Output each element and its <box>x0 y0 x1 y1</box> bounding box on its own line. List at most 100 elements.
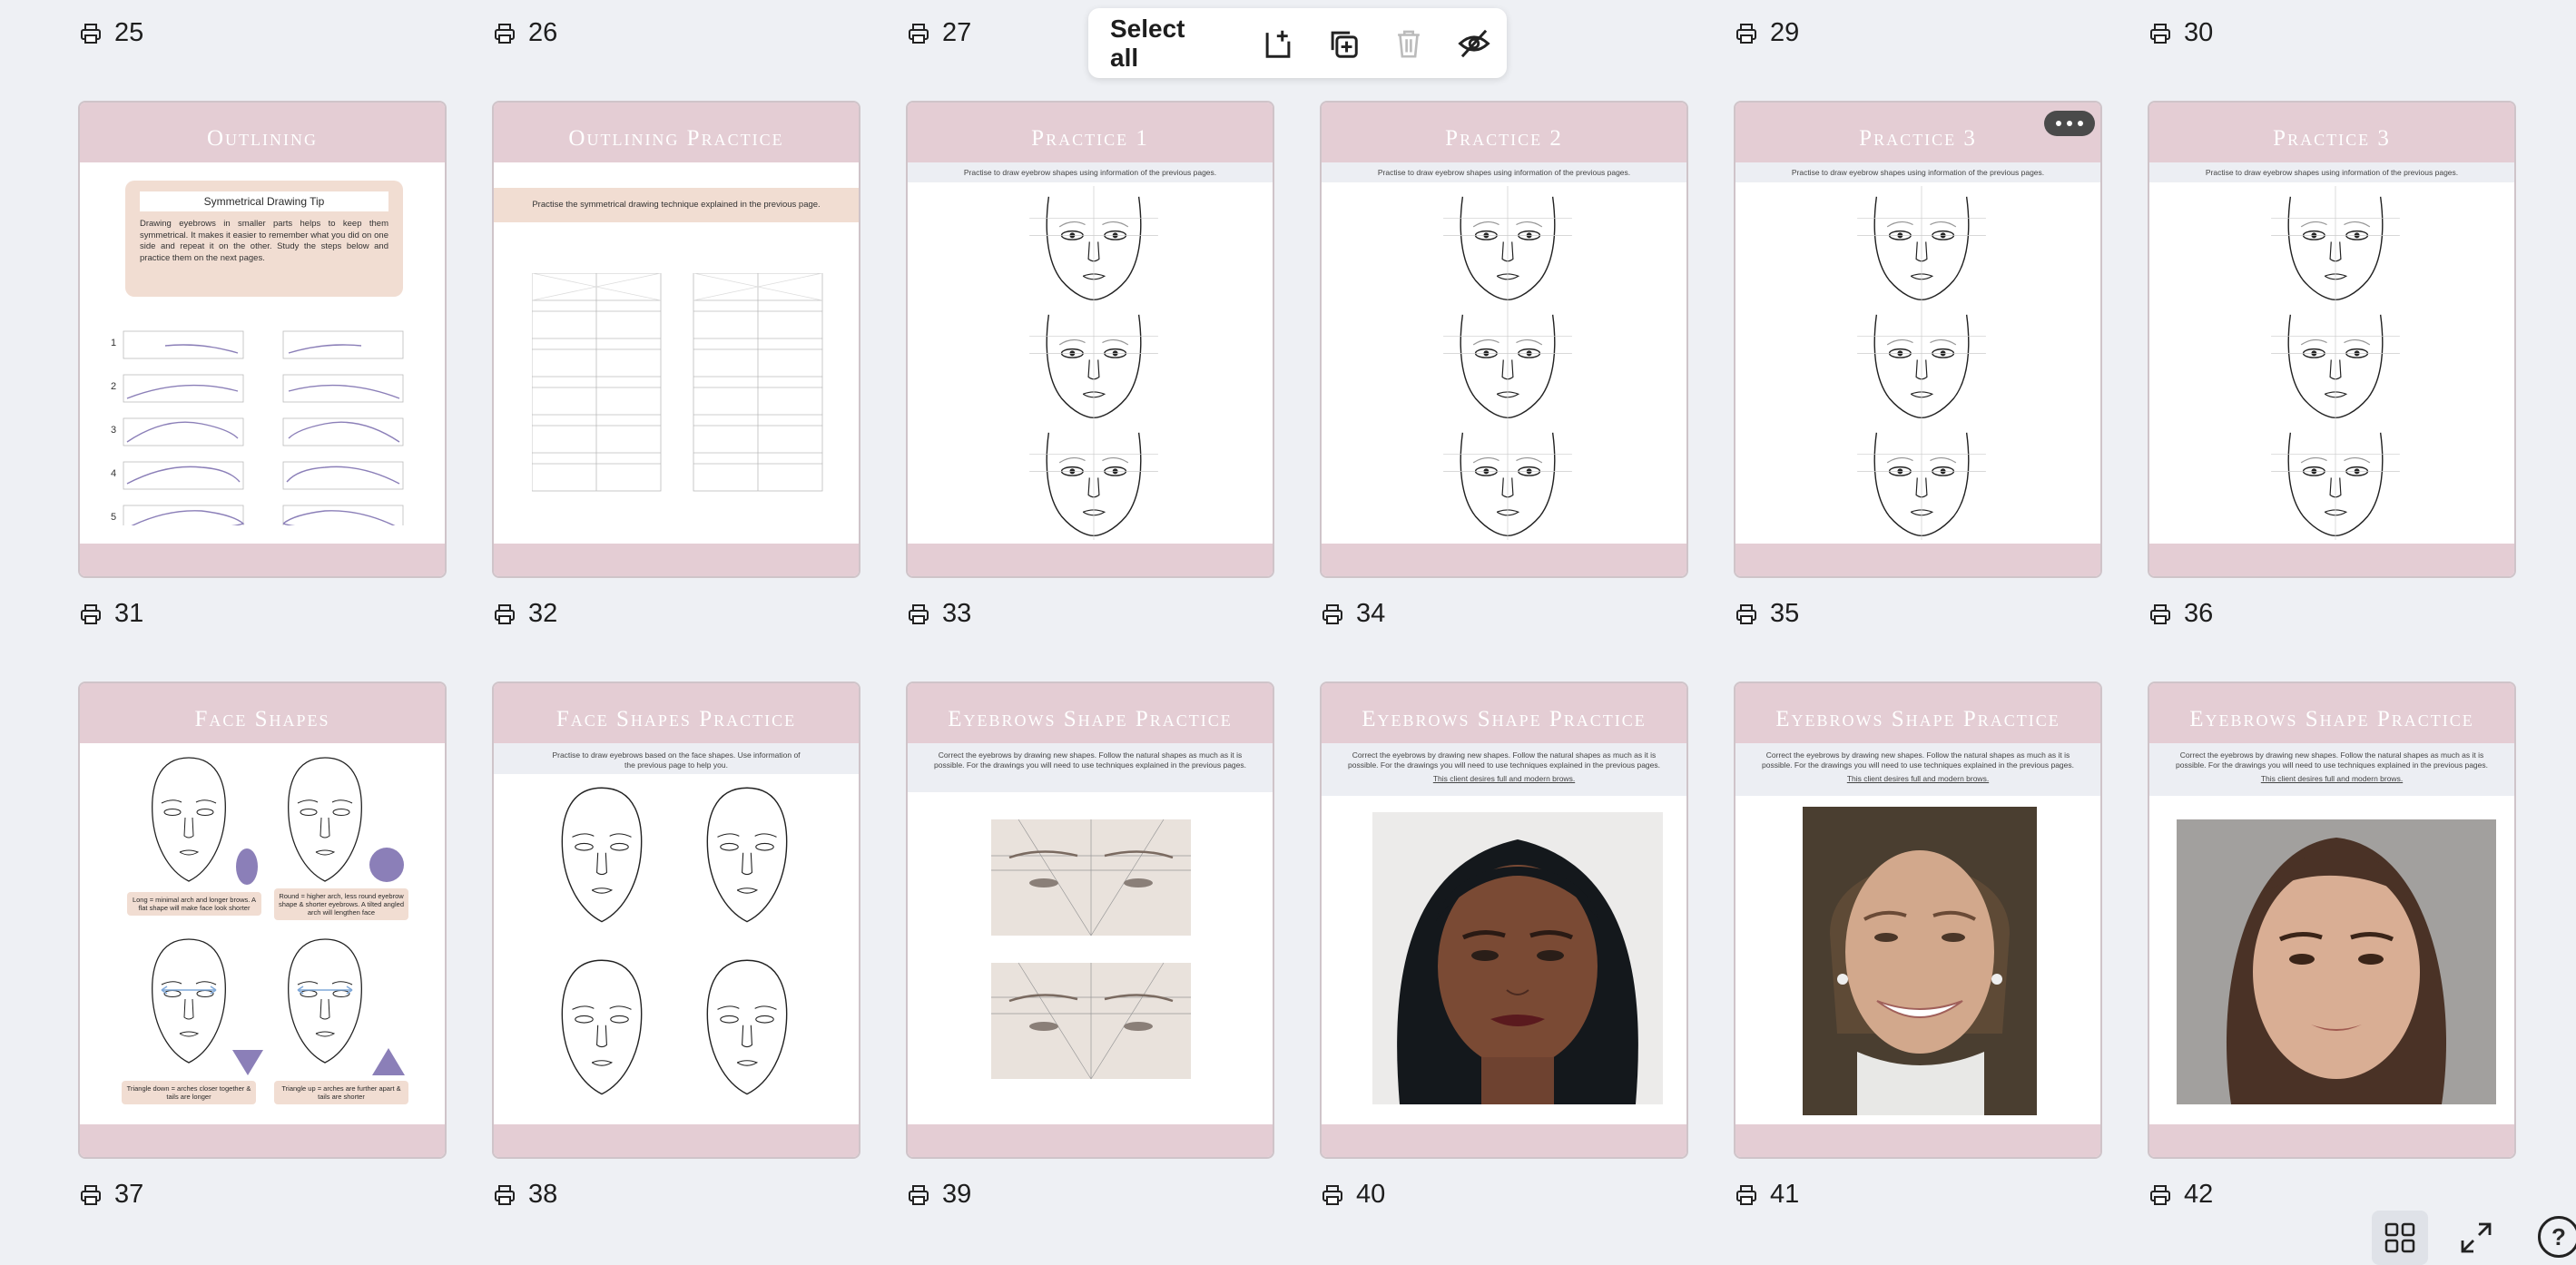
dot <box>2067 121 2072 126</box>
page-number-29[interactable]: 29 <box>1735 18 1799 48</box>
step-label: 4 <box>111 468 116 479</box>
printer-icon <box>1735 1184 1757 1206</box>
page-number-26[interactable]: 26 <box>494 18 557 48</box>
fullscreen-button[interactable] <box>2449 1211 2503 1265</box>
selection-toolbar: Select all <box>1088 8 1507 78</box>
page-number-31[interactable]: 31 <box>80 599 143 629</box>
face-shapes-practice-drawings <box>561 787 788 1095</box>
page-header: Practice 2 <box>1322 103 1686 162</box>
fullscreen-icon <box>2461 1222 2492 1253</box>
tip-body: Drawing eyebrows in smaller parts helps … <box>140 219 388 263</box>
face-practice-drawings <box>1027 186 1160 540</box>
page-footer <box>80 1124 445 1157</box>
face-practice-drawings <box>1441 186 1574 540</box>
page-number-37[interactable]: 37 <box>80 1180 143 1210</box>
page-number-35[interactable]: 35 <box>1735 599 1799 629</box>
printer-icon <box>1322 1184 1343 1206</box>
page-header: Outlining Practice <box>494 103 859 162</box>
page-footer <box>908 1124 1273 1157</box>
practice-grid <box>532 273 823 492</box>
add-page-button[interactable] <box>1245 11 1311 76</box>
client-note: This client desires full and modern brow… <box>1846 774 1990 783</box>
printer-icon <box>2149 23 2171 44</box>
page-thumbnail-32[interactable]: Outlining Practice Practise the symmetri… <box>492 101 860 578</box>
instruction-bar: Correct the eyebrows by drawing new shap… <box>908 743 1273 792</box>
hide-icon <box>1458 29 1490 57</box>
page-header: Outlining <box>80 103 445 162</box>
page-more-options-button[interactable] <box>2044 111 2095 136</box>
page-thumbnail-31[interactable]: Outlining Symmetrical Drawing Tip Drawin… <box>78 101 447 578</box>
instruction-bar: Practise to draw eyebrows based on the f… <box>494 743 859 774</box>
duplicate-page-button[interactable] <box>1311 11 1376 76</box>
instruction-bar: Practise to draw eyebrow shapes using in… <box>908 162 1273 182</box>
page-header: Face Shapes <box>80 683 445 743</box>
page-header: Practice 3 <box>1735 103 2100 162</box>
help-icon: ? <box>2551 1222 2566 1250</box>
page-thumbnail-36[interactable]: Practice 3 Practise to draw eyebrow shap… <box>2148 101 2516 578</box>
hide-page-button[interactable] <box>1441 11 1507 76</box>
page-number-34[interactable]: 34 <box>1322 599 1385 629</box>
client-portrait <box>2177 819 2496 1104</box>
page-thumbnail-37[interactable]: Face Shapes Long = minimal arch and long… <box>78 682 447 1159</box>
page-thumbnail-42[interactable]: Eyebrows Shape Practice Correct the eyeb… <box>2148 682 2516 1159</box>
face-practice-drawings <box>2269 186 2402 540</box>
select-all-button[interactable]: Select all <box>1110 15 1220 73</box>
tip-title: Symmetrical Drawing Tip <box>140 191 388 211</box>
instruction-bar: Correct the eyebrows by drawing new shap… <box>1322 743 1686 796</box>
duplicate-icon <box>1331 31 1358 58</box>
delete-page-button[interactable] <box>1376 11 1441 76</box>
grid-view-icon <box>2384 1222 2415 1253</box>
instruction-bar: Practise to draw eyebrow shapes using in… <box>1735 162 2100 182</box>
help-button[interactable]: ? <box>2538 1216 2576 1258</box>
page-footer <box>80 544 445 576</box>
page-number-38[interactable]: 38 <box>494 1180 557 1210</box>
page-number-39[interactable]: 39 <box>908 1180 971 1210</box>
page-number-27[interactable]: 27 <box>908 18 971 48</box>
printer-icon <box>1322 603 1343 625</box>
page-thumbnail-34[interactable]: Practice 2 Practise to draw eyebrow shap… <box>1320 101 1688 578</box>
face-shape-label: Long = minimal arch and longer brows. A … <box>127 892 261 916</box>
page-thumbnail-40[interactable]: Eyebrows Shape Practice Correct the eyeb… <box>1320 682 1688 1159</box>
client-portrait <box>1372 812 1663 1104</box>
instruction-bar: Practise the symmetrical drawing techniq… <box>494 188 859 222</box>
page-number-30[interactable]: 30 <box>2149 18 2213 48</box>
page-thumbnail-39[interactable]: Eyebrows Shape Practice Correct the eyeb… <box>906 682 1274 1159</box>
printer-icon <box>494 1184 516 1206</box>
printer-icon <box>494 603 516 625</box>
face-practice-drawings <box>1855 186 1988 540</box>
client-note: This client desires full and modern brow… <box>2260 774 2404 783</box>
tip-box: Symmetrical Drawing Tip Drawing eyebrows… <box>125 181 403 297</box>
client-photo <box>2177 819 2496 1104</box>
page-thumbnail-41[interactable]: Eyebrows Shape Practice Correct the eyeb… <box>1734 682 2102 1159</box>
page-number-36[interactable]: 36 <box>2149 599 2213 629</box>
page-header: Eyebrows Shape Practice <box>1735 683 2100 743</box>
client-photo <box>1372 812 1663 1104</box>
client-photo <box>1803 807 2037 1115</box>
page-number-32[interactable]: 32 <box>494 599 557 629</box>
page-number-41[interactable]: 41 <box>1735 1180 1799 1210</box>
page-header: Eyebrows Shape Practice <box>1322 683 1686 743</box>
page-number-33[interactable]: 33 <box>908 599 971 629</box>
page-header: Eyebrows Shape Practice <box>908 683 1273 743</box>
printer-icon <box>908 1184 929 1206</box>
eyebrow-photo-diagrams <box>991 819 1191 1080</box>
page-number-25[interactable]: 25 <box>80 18 143 48</box>
page-thumbnail-35[interactable]: Practice 3 Practise to draw eyebrow shap… <box>1734 101 2102 578</box>
page-number-42[interactable]: 42 <box>2149 1180 2213 1210</box>
page-header: Eyebrows Shape Practice <box>2149 683 2514 743</box>
printer-icon <box>80 1184 102 1206</box>
grid-view-button[interactable] <box>2372 1211 2428 1265</box>
printer-icon <box>1735 603 1757 625</box>
instruction-bar: Correct the eyebrows by drawing new shap… <box>2149 743 2514 796</box>
page-number-40[interactable]: 40 <box>1322 1180 1385 1210</box>
page-footer <box>1735 1124 2100 1157</box>
face-shape-label: Triangle up = arches are further apart &… <box>274 1081 408 1104</box>
page-thumbnail-38[interactable]: Face Shapes Practice Practise to draw ey… <box>492 682 860 1159</box>
printer-icon <box>80 23 102 44</box>
page-thumbnail-33[interactable]: Practice 1 Practise to draw eyebrow shap… <box>906 101 1274 578</box>
page-footer <box>494 544 859 576</box>
step-label: 3 <box>111 425 116 436</box>
add-page-icon <box>1265 30 1291 58</box>
step-label: 5 <box>111 512 116 523</box>
page-footer <box>2149 544 2514 576</box>
